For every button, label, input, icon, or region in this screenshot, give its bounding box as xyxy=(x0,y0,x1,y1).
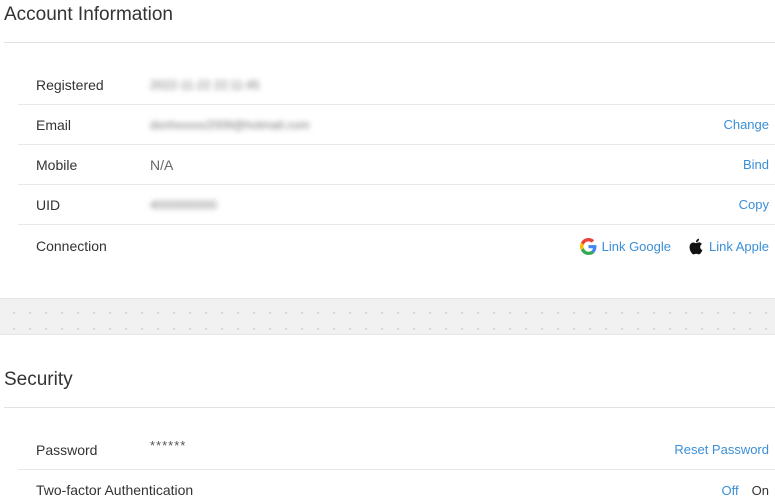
copy-uid-link[interactable]: Copy xyxy=(739,197,769,212)
password-label: Password xyxy=(36,441,98,458)
registered-value: 2022-11-22 22:11:45 xyxy=(150,77,260,92)
link-google-button[interactable]: Link Google xyxy=(579,237,671,255)
email-value: dsnhxxxxx2009@hotmail.com xyxy=(150,117,310,132)
section-separator xyxy=(0,298,775,335)
change-email-link[interactable]: Change xyxy=(723,117,769,132)
account-title-divider xyxy=(4,42,775,43)
email-label: Email xyxy=(36,116,72,133)
twofa-toggle: Off On xyxy=(722,483,769,498)
email-row: Email dsnhxxxxx2009@hotmail.com Change xyxy=(18,105,775,145)
link-google-label: Link Google xyxy=(601,238,671,254)
twofa-off-option[interactable]: Off xyxy=(722,483,739,498)
apple-icon xyxy=(688,238,703,255)
twofa-row: Two-factor Authentication Off On xyxy=(18,470,775,504)
bind-mobile-link[interactable]: Bind xyxy=(743,157,769,172)
registered-row: Registered 2022-11-22 22:11:45 xyxy=(18,65,775,105)
google-icon xyxy=(579,237,597,255)
twofa-label: Two-factor Authentication xyxy=(36,482,194,498)
mobile-label: Mobile xyxy=(36,156,78,173)
reset-password-link[interactable]: Reset Password xyxy=(674,442,769,457)
account-section-title: Account Information xyxy=(4,4,173,25)
link-apple-label: Link Apple xyxy=(709,238,769,254)
mobile-value: N/A xyxy=(150,156,174,173)
registered-label: Registered xyxy=(36,76,104,93)
password-row: Password ****** Reset Password xyxy=(18,430,775,470)
security-title-divider xyxy=(4,407,775,408)
mobile-row: Mobile N/A Bind xyxy=(18,145,775,185)
connection-label: Connection xyxy=(36,238,107,254)
uid-label: UID xyxy=(36,196,61,213)
connection-row: Connection Link Google Link Apple xyxy=(18,226,775,266)
uid-row: UID 4000000000 Copy xyxy=(18,185,775,225)
uid-value: 4000000000 xyxy=(150,197,217,212)
password-value: ****** xyxy=(150,438,187,453)
link-apple-button[interactable]: Link Apple xyxy=(688,238,769,255)
security-section-title: Security xyxy=(4,369,73,390)
twofa-on-option[interactable]: On xyxy=(752,483,769,498)
